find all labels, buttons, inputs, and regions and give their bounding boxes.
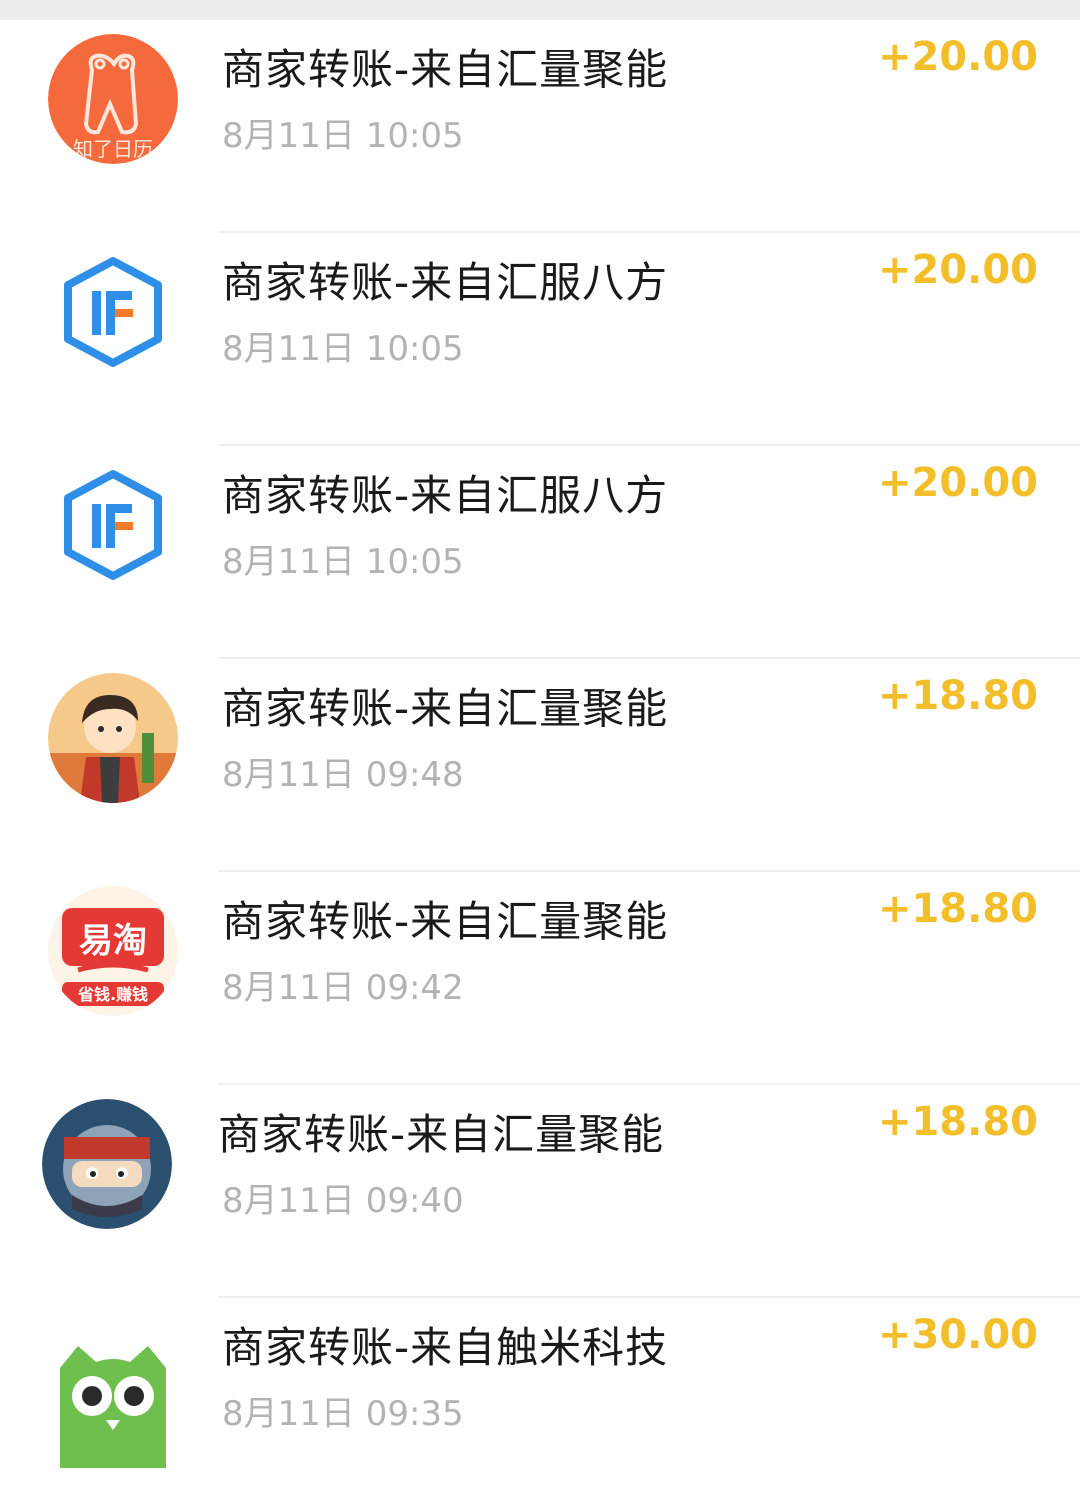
zhiliao-icon-text: 知了日历 <box>73 137 153 161</box>
transaction-list: 知了日历 商家转账-来自汇量聚能 8月11日 10:05 +20.00 商家转账… <box>0 20 1080 1511</box>
transaction-title: 商家转账-来自汇服八方 <box>222 258 669 307</box>
transaction-amount: +30.00 <box>877 1312 1038 1358</box>
hf-hexagon-app-icon <box>48 460 178 590</box>
transaction-row[interactable]: 知了日历 商家转账-来自汇量聚能 8月11日 10:05 +20.00 <box>0 20 1080 233</box>
transaction-amount: +20.00 <box>877 247 1038 293</box>
transaction-time: 8月11日 09:48 <box>222 755 464 795</box>
yitao-icon-text: 易淘 <box>79 921 147 961</box>
transaction-time: 8月11日 10:05 <box>222 116 464 156</box>
transaction-row[interactable]: 商家转账-来自汇服八方 8月11日 10:05 +20.00 <box>0 446 1080 659</box>
transaction-amount: +18.80 <box>877 886 1038 932</box>
yitao-icon-subtext: 省钱.赚钱 <box>77 985 148 1004</box>
yitao-app-icon: 易淘 省钱.赚钱 <box>48 886 178 1016</box>
top-strip <box>0 0 1080 20</box>
transaction-time: 8月11日 09:42 <box>222 968 464 1008</box>
zhiliao-calendar-app-icon: 知了日历 <box>48 34 178 164</box>
transaction-row[interactable]: 商家转账-来自汇服八方 8月11日 10:05 +20.00 <box>0 233 1080 446</box>
transaction-time: 8月11日 10:05 <box>222 542 464 582</box>
transaction-time: 8月11日 09:40 <box>222 1181 464 1221</box>
hf-hexagon-app-icon <box>48 247 178 377</box>
transaction-row[interactable]: 商家转账-来自触米科技 8月11日 09:35 +30.00 <box>0 1298 1080 1511</box>
transaction-amount: +18.80 <box>877 1099 1038 1145</box>
transaction-title: 商家转账-来自汇量聚能 <box>222 45 669 94</box>
transaction-time: 8月11日 09:35 <box>222 1394 464 1434</box>
green-owl-app-icon <box>48 1338 178 1468</box>
transaction-title: 商家转账-来自触米科技 <box>222 1323 669 1372</box>
transaction-amount: +20.00 <box>877 460 1038 506</box>
ninja-game-app-icon <box>42 1099 172 1229</box>
transaction-row[interactable]: 商家转账-来自汇量聚能 8月11日 09:48 +18.80 <box>0 659 1080 872</box>
transaction-title: 商家转账-来自汇服八方 <box>222 471 669 520</box>
cartoon-boy-app-icon <box>48 673 178 803</box>
transaction-amount: +18.80 <box>877 673 1038 719</box>
transaction-row[interactable]: 易淘 省钱.赚钱 商家转账-来自汇量聚能 8月11日 09:42 +18.80 <box>0 872 1080 1085</box>
transaction-title: 商家转账-来自汇量聚能 <box>222 684 669 733</box>
transaction-time: 8月11日 10:05 <box>222 329 464 369</box>
transaction-row[interactable]: 商家转账-来自汇量聚能 8月11日 09:40 +18.80 <box>0 1085 1080 1298</box>
transaction-amount: +20.00 <box>877 34 1038 80</box>
transaction-title: 商家转账-来自汇量聚能 <box>218 1110 665 1159</box>
transaction-title: 商家转账-来自汇量聚能 <box>222 897 669 946</box>
